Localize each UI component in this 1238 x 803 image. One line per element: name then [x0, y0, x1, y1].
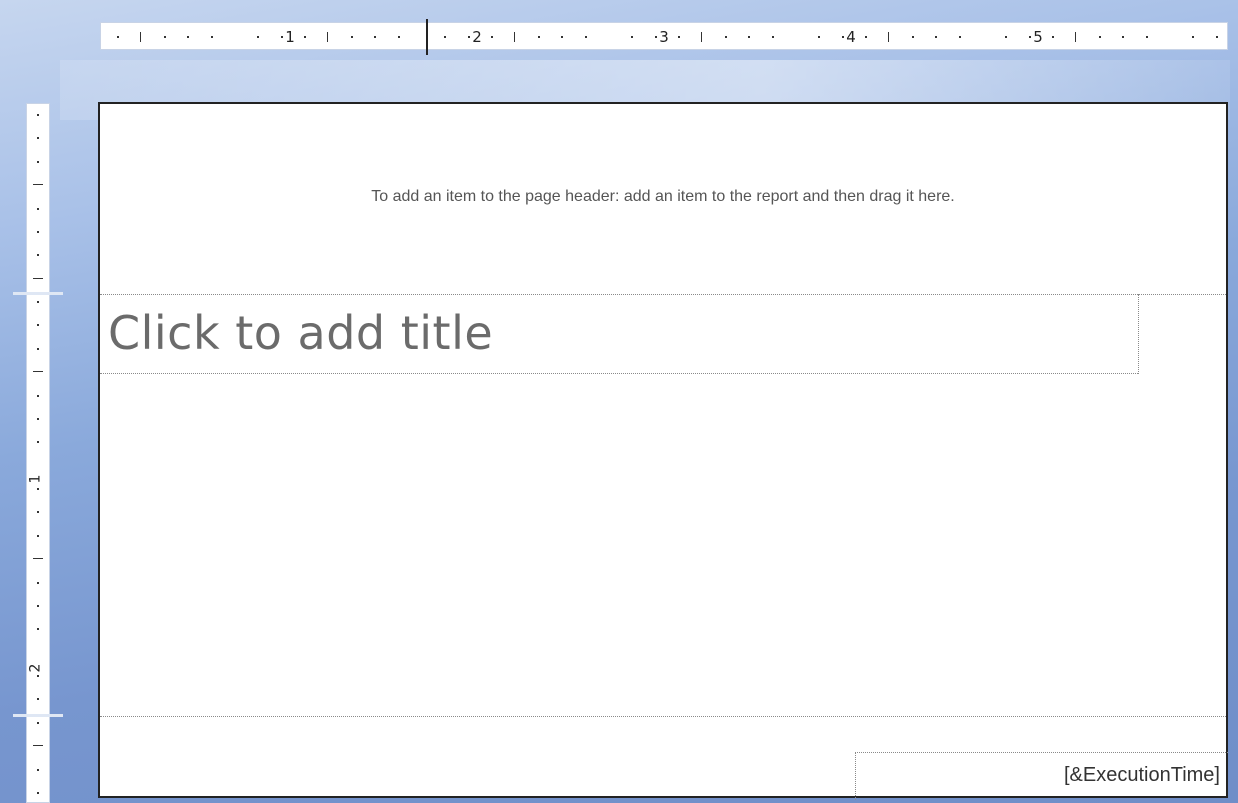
execution-time-field: [&ExecutionTime] — [1064, 764, 1220, 786]
vertical-ruler-dot — [37, 347, 39, 350]
exec-box-top-edge — [855, 752, 1228, 753]
title-box-right-edge — [1138, 294, 1139, 374]
vertical-ruler-dot — [37, 207, 39, 210]
vertical-ruler-dot — [37, 417, 39, 420]
ruler-dot — [491, 36, 493, 38]
ruler-half-tick — [701, 32, 703, 42]
ruler-dot — [1122, 36, 1125, 38]
ruler-dot — [654, 36, 657, 38]
ruler-half-tick — [514, 32, 516, 42]
vertical-ruler-dot — [37, 628, 39, 631]
vertical-ruler-tick — [33, 558, 43, 560]
ruler-dot — [584, 36, 587, 38]
ruler-dot — [304, 36, 306, 38]
execution-time-textbox[interactable]: [&ExecutionTime] — [855, 752, 1228, 800]
ruler-dot — [187, 36, 190, 38]
ruler-dot — [631, 36, 634, 38]
ruler-dot — [163, 36, 166, 38]
ruler-dot — [117, 36, 119, 38]
vertical-ruler-dot — [37, 137, 39, 140]
ruler-label-5: 5 — [1033, 28, 1043, 46]
ruler-label-1: 1 — [285, 28, 295, 46]
horizontal-ruler: 1 2 3 4 5 — [100, 19, 1228, 55]
vertical-ruler-dot — [37, 254, 39, 257]
ruler-dot — [444, 36, 447, 38]
ruler-dot — [1215, 36, 1218, 38]
report-body-section[interactable] — [100, 374, 1226, 716]
ruler-dot — [1052, 36, 1054, 38]
ruler-section-separator-header — [13, 292, 63, 295]
ruler-dot — [210, 36, 213, 38]
ruler-half-tick — [1075, 32, 1077, 42]
ruler-half-tick — [327, 32, 329, 42]
vertical-ruler-dot — [37, 721, 39, 724]
ruler-dot — [935, 36, 938, 38]
ruler-half-tick — [888, 32, 890, 42]
vertical-ruler-tick — [33, 184, 43, 186]
vertical-ruler-dot — [37, 160, 39, 163]
ruler-label-4: 4 — [846, 28, 856, 46]
ruler-dot — [1005, 36, 1008, 38]
ruler-dot — [865, 36, 867, 38]
ruler-dot — [818, 36, 821, 38]
vertical-ruler-dot — [37, 768, 39, 771]
vertical-ruler-dot — [37, 581, 39, 584]
ruler-dot — [678, 36, 680, 38]
ruler-dot — [1192, 36, 1195, 38]
ruler-dot — [748, 36, 751, 38]
vertical-ruler-dot — [37, 791, 39, 794]
ruler-label-2: 2 — [472, 28, 482, 46]
ruler-dot — [771, 36, 774, 38]
vertical-ruler-label-1: 1 — [27, 474, 44, 484]
ruler-dot — [561, 36, 564, 38]
ruler-dot — [1098, 36, 1101, 38]
vertical-ruler-tick — [33, 277, 43, 279]
ruler-dot — [350, 36, 353, 38]
vertical-ruler-label-2: 2 — [27, 663, 44, 673]
vertical-ruler-dot — [37, 230, 39, 233]
vertical-ruler-dot — [37, 114, 39, 116]
vertical-ruler-dot — [37, 301, 39, 303]
ruler-dot — [280, 36, 283, 38]
ruler-dot — [467, 36, 470, 38]
ruler-dot — [958, 36, 961, 38]
vertical-ruler-dot — [37, 534, 39, 537]
vertical-ruler-dot — [37, 441, 39, 444]
ruler-dot — [257, 36, 260, 38]
title-placeholder: Click to add title — [108, 306, 494, 360]
title-textbox[interactable]: Click to add title — [100, 294, 1139, 374]
vertical-ruler-dot — [37, 511, 39, 514]
ruler-dot — [1028, 36, 1031, 38]
vertical-ruler-dot — [37, 675, 39, 677]
vertical-ruler-dot — [37, 394, 39, 397]
ruler-dot — [841, 36, 844, 38]
vertical-ruler-dot — [37, 324, 39, 327]
exec-box-left-edge — [855, 752, 856, 800]
ruler-dot — [724, 36, 727, 38]
vertical-ruler: 1 2 — [13, 103, 63, 803]
ruler-label-3: 3 — [659, 28, 669, 46]
page-header-hint: To add an item to the page header: add a… — [371, 188, 955, 205]
ruler-dot — [1145, 36, 1148, 38]
vertical-ruler-dot — [37, 698, 39, 701]
report-page[interactable]: To add an item to the page header: add a… — [98, 102, 1228, 800]
vertical-ruler-dot — [37, 604, 39, 607]
ruler-dot — [537, 36, 540, 38]
vertical-ruler-tick — [33, 371, 43, 373]
vertical-ruler-dot — [37, 488, 39, 490]
vertical-ruler-tick — [33, 745, 43, 747]
ruler-half-tick — [140, 32, 142, 42]
ruler-section-separator-footer — [13, 714, 63, 717]
ruler-dot — [397, 36, 400, 38]
page-header-section[interactable]: To add an item to the page header: add a… — [100, 104, 1226, 294]
ruler-dot — [911, 36, 914, 38]
ruler-cursor-marker — [426, 19, 428, 55]
ruler-dot — [374, 36, 377, 38]
